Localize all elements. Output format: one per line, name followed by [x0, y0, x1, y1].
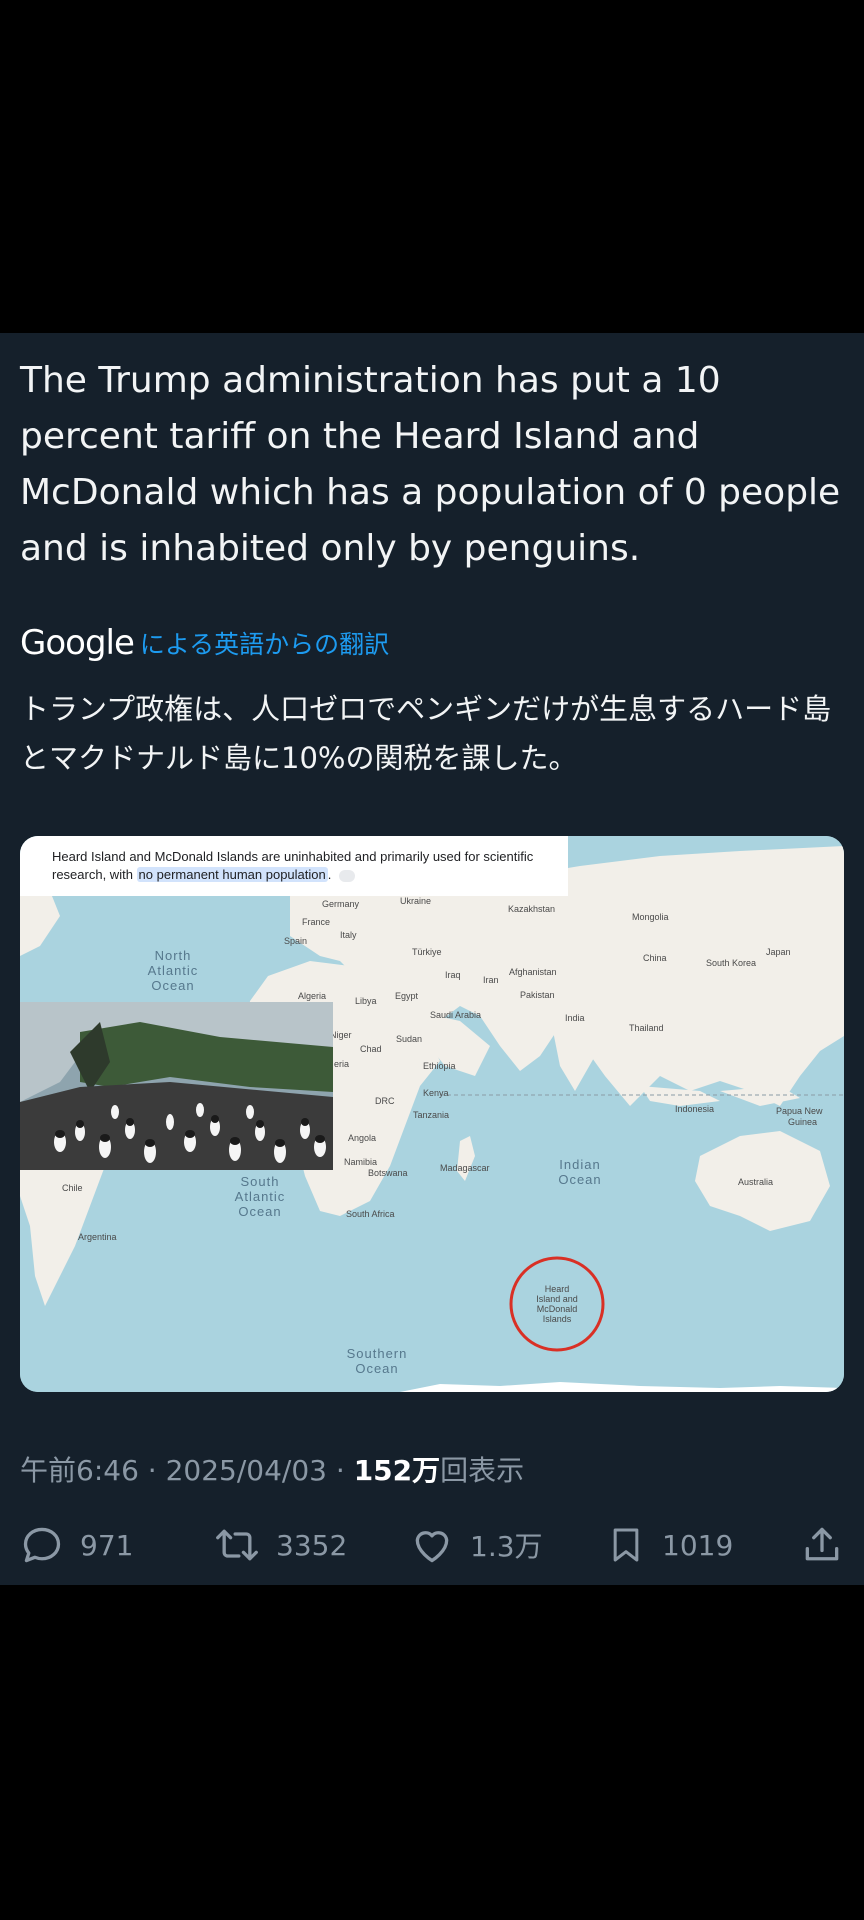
map-label-turkiye: Türkiye [412, 947, 442, 957]
translation-attribution[interactable]: Google による英語からの翻訳 [20, 623, 389, 663]
caption-end: . [327, 867, 332, 882]
map-label-nigeria: eria [334, 1059, 349, 1069]
retweet-count: 3352 [276, 1528, 348, 1562]
share-icon [805, 1527, 839, 1561]
tweet-panel: The Trump administration has put a 10 pe… [0, 333, 864, 1585]
map-caption: Heard Island and McDonald Islands are un… [20, 836, 568, 896]
map-label-heard-2: Island and [536, 1294, 578, 1304]
map-label-afghanistan: Afghanistan [509, 967, 557, 977]
reply-icon [23, 1527, 61, 1563]
map-label-mongolia: Mongolia [632, 912, 669, 922]
map-label-iran: Iran [483, 975, 499, 985]
ocean-label-north-atlantic-1: North [155, 948, 192, 963]
map-label-indonesia: Indonesia [675, 1104, 714, 1114]
tweet-date[interactable]: 2025/04/03 [166, 1454, 327, 1487]
ocean-label-southern-2: Ocean [355, 1361, 398, 1376]
caption-highlight: no permanent human population [136, 867, 328, 882]
map-label-india: India [565, 1013, 585, 1023]
tweet-metadata: 午前6:46 · 2025/04/03 · 152万回表示 [20, 1449, 524, 1489]
penguin-photo [20, 1002, 333, 1170]
translate-link[interactable]: による英語からの翻訳 [140, 625, 389, 661]
views-label: 回表示 [440, 1454, 525, 1487]
ocean-label-south-atlantic-3: Ocean [238, 1204, 281, 1219]
retweet-button[interactable]: 3352 [214, 1515, 347, 1575]
map-label-japan: Japan [766, 947, 791, 957]
map-label-botswana: Botswana [368, 1168, 408, 1178]
ocean-label-north-atlantic-2: Atlantic [148, 963, 199, 978]
map-label-argentina: Argentina [78, 1232, 117, 1242]
ocean-label-indian-1: Indian [559, 1157, 600, 1172]
map-label-iraq: Iraq [445, 970, 461, 980]
bookmark-button[interactable]: 1019 [606, 1515, 733, 1575]
heart-icon [415, 1531, 449, 1563]
map-label-chile: Chile [62, 1183, 83, 1193]
map-label-australia: Australia [738, 1177, 773, 1187]
ocean-label-north-atlantic-3: Ocean [151, 978, 194, 993]
map-label-south-africa: South Africa [346, 1209, 395, 1219]
meta-separator: · [326, 1454, 354, 1487]
map-label-png-1: Papua New [776, 1106, 823, 1116]
map-label-niger: Niger [330, 1030, 352, 1040]
map-label-drc: DRC [375, 1096, 395, 1106]
map-label-heard-3: McDonald [537, 1304, 578, 1314]
map-label-ethiopia: Ethiopia [423, 1061, 456, 1071]
like-button[interactable]: 1.3万 [410, 1515, 543, 1575]
map-label-kenya: Kenya [423, 1088, 449, 1098]
map-label-namibia: Namibia [344, 1157, 377, 1167]
map-label-italy: Italy [340, 930, 357, 940]
map-label-heard-1: Heard [545, 1284, 570, 1294]
like-count: 1.3万 [470, 1530, 543, 1563]
map-label-kazakhstan: Kazakhstan [508, 904, 555, 914]
map-label-thailand: Thailand [629, 1023, 664, 1033]
map-label-madagascar: Madagascar [440, 1163, 490, 1173]
top-black-bar [0, 0, 864, 333]
bottom-black-bar [0, 1585, 864, 1920]
link-icon [339, 869, 355, 882]
map-label-libya: Libya [355, 996, 377, 1006]
reply-count: 971 [80, 1528, 134, 1562]
map-label-sudan: Sudan [396, 1034, 422, 1044]
meta-separator: · [138, 1454, 166, 1487]
map-label-china: China [643, 953, 667, 963]
map-label-tanzania: Tanzania [413, 1110, 449, 1120]
map-label-egypt: Egypt [395, 991, 419, 1001]
tweet-time: 午前6:46 [20, 1454, 139, 1487]
ocean-label-indian-2: Ocean [558, 1172, 601, 1187]
map-label-png-2: Guinea [788, 1117, 817, 1127]
ocean-label-south-atlantic-2: Atlantic [235, 1189, 286, 1204]
retweet-icon [216, 1529, 258, 1561]
map-label-pakistan: Pakistan [520, 990, 555, 1000]
bookmark-count: 1019 [662, 1528, 734, 1562]
ocean-label-south-atlantic-1: South [241, 1174, 280, 1189]
map-label-chad: Chad [360, 1044, 382, 1054]
map-label-ukraine: Ukraine [400, 896, 431, 906]
map-label-angola: Angola [348, 1133, 376, 1143]
map-label-germany: Germany [322, 899, 360, 909]
tweet-text: The Trump administration has put a 10 pe… [20, 360, 841, 569]
bookmark-icon [613, 1528, 639, 1562]
map-label-algeria: Algeria [298, 991, 326, 1001]
map-label-spain: Spain [284, 936, 307, 946]
action-bar: 971 3352 1.3万 1019 [0, 1515, 864, 1575]
map-label-france: France [302, 917, 330, 927]
tweet-media-image[interactable]: Germany Ukraine France Italy Spain Kazak… [20, 836, 844, 1392]
map-label-heard-4: Islands [543, 1314, 572, 1324]
map-label-south-korea: South Korea [706, 958, 756, 968]
ocean-label-southern-1: Southern [347, 1346, 408, 1361]
reply-button[interactable]: 971 [20, 1515, 133, 1575]
share-button[interactable] [800, 1515, 844, 1575]
google-logo: Google [20, 623, 135, 663]
map-label-saudi-arabia: Saudi Arabia [430, 1010, 481, 1020]
translated-text: トランプ政権は、人口ゼロでペンギンだけが生息するハード島とマクドナルド島に10%… [20, 692, 832, 775]
views-count: 152万 [353, 1454, 441, 1487]
